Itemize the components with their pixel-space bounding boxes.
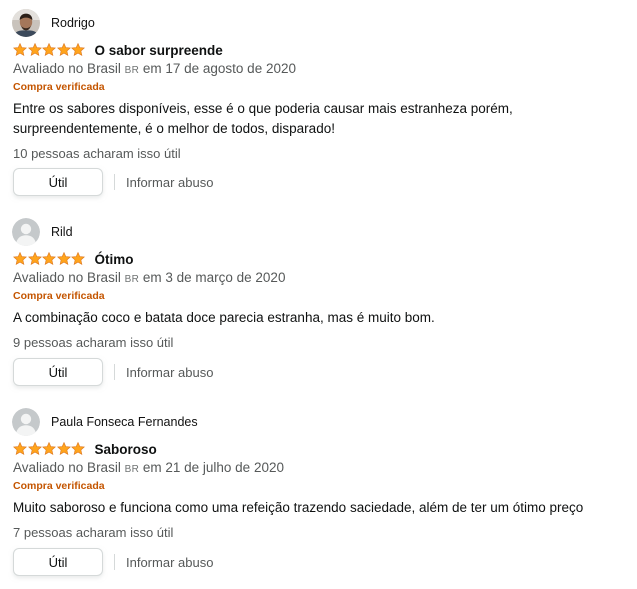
star-icon [13, 43, 27, 56]
review-date-text: em 3 de março de 2020 [142, 270, 286, 285]
verified-purchase-badge: Compra verificada [13, 480, 105, 492]
country-flag: BR [124, 464, 140, 475]
review-title[interactable]: Saboroso [95, 442, 157, 457]
divider [114, 364, 115, 380]
review-author[interactable]: Rild [12, 218, 73, 246]
star-icon [42, 252, 56, 265]
review-title-row: O sabor surpreende [13, 41, 223, 59]
review-actions: Útil Informar abuso [13, 358, 213, 386]
report-abuse-link[interactable]: Informar abuso [126, 555, 213, 570]
review-title-row: Saboroso [13, 440, 157, 458]
verified-purchase-badge: Compra verificada [13, 81, 105, 93]
star-icon [27, 43, 42, 56]
useful-button[interactable]: Útil [13, 168, 103, 196]
review-date-text: em 17 de agosto de 2020 [142, 61, 296, 76]
review-country: Avaliado no Brasil [13, 270, 121, 285]
country-flag: BR [124, 274, 140, 285]
star-rating[interactable] [13, 252, 86, 266]
country-flag: BR [124, 65, 140, 76]
review-author[interactable]: Rodrigo [12, 9, 95, 37]
review-body: Entre os sabores disponíveis, esse é o q… [13, 101, 513, 136]
star-icon [56, 252, 71, 265]
star-icon [56, 442, 71, 455]
star-icon [71, 252, 85, 265]
review-title-row: Ótimo [13, 250, 134, 268]
divider [114, 554, 115, 570]
review-country: Avaliado no Brasil [13, 61, 121, 76]
review-body: A combinação coco e batata doce parecia … [13, 310, 435, 325]
author-name: Rodrigo [51, 16, 95, 30]
helpful-count: 9 pessoas acharam isso útil [13, 335, 174, 350]
star-icon [71, 43, 85, 56]
star-icon [71, 442, 85, 455]
review-date-text: em 21 de julho de 2020 [142, 460, 284, 475]
verified-purchase-badge: Compra verificada [13, 290, 105, 302]
report-abuse-link[interactable]: Informar abuso [126, 365, 213, 380]
review-card: Rodrigo O sabor surpreende Avaliado no B… [0, 0, 637, 196]
review-author[interactable]: Paula Fonseca Fernandes [12, 408, 198, 436]
review-date: Avaliado no Brasil BR em 3 de março de 2… [13, 270, 285, 285]
review-actions: Útil Informar abuso [13, 168, 213, 196]
review-title[interactable]: Ótimo [95, 252, 134, 267]
report-abuse-link[interactable]: Informar abuso [126, 175, 213, 190]
review-country: Avaliado no Brasil [13, 460, 121, 475]
author-name: Paula Fonseca Fernandes [51, 415, 198, 429]
star-icon [56, 43, 71, 56]
default-user-icon [12, 218, 40, 246]
author-name: Rild [51, 225, 73, 239]
star-icon [27, 442, 42, 455]
default-user-icon [12, 408, 40, 436]
star-icon [27, 252, 42, 265]
star-icon [13, 252, 27, 265]
review-title[interactable]: O sabor surpreende [95, 43, 223, 58]
review-body: Muito saboroso e funciona como uma refei… [13, 500, 584, 515]
review-actions: Útil Informar abuso [13, 548, 213, 576]
helpful-count: 7 pessoas acharam isso útil [13, 525, 174, 540]
review-date: Avaliado no Brasil BR em 17 de agosto de… [13, 61, 296, 76]
star-icon [13, 442, 27, 455]
review-card: Paula Fonseca Fernandes Saboroso Avaliad… [0, 399, 637, 589]
star-icon [42, 442, 56, 455]
useful-button[interactable]: Útil [13, 548, 103, 576]
divider [114, 174, 115, 190]
avatar [12, 9, 40, 37]
review-date: Avaliado no Brasil BR em 21 de julho de … [13, 460, 284, 475]
star-rating[interactable] [13, 442, 86, 456]
review-card: Rild Ótimo Avaliado no Brasil BR em 3 de… [0, 209, 637, 399]
star-icon [42, 43, 56, 56]
useful-button[interactable]: Útil [13, 358, 103, 386]
star-rating[interactable] [13, 43, 86, 57]
helpful-count: 10 pessoas acharam isso útil [13, 146, 181, 161]
